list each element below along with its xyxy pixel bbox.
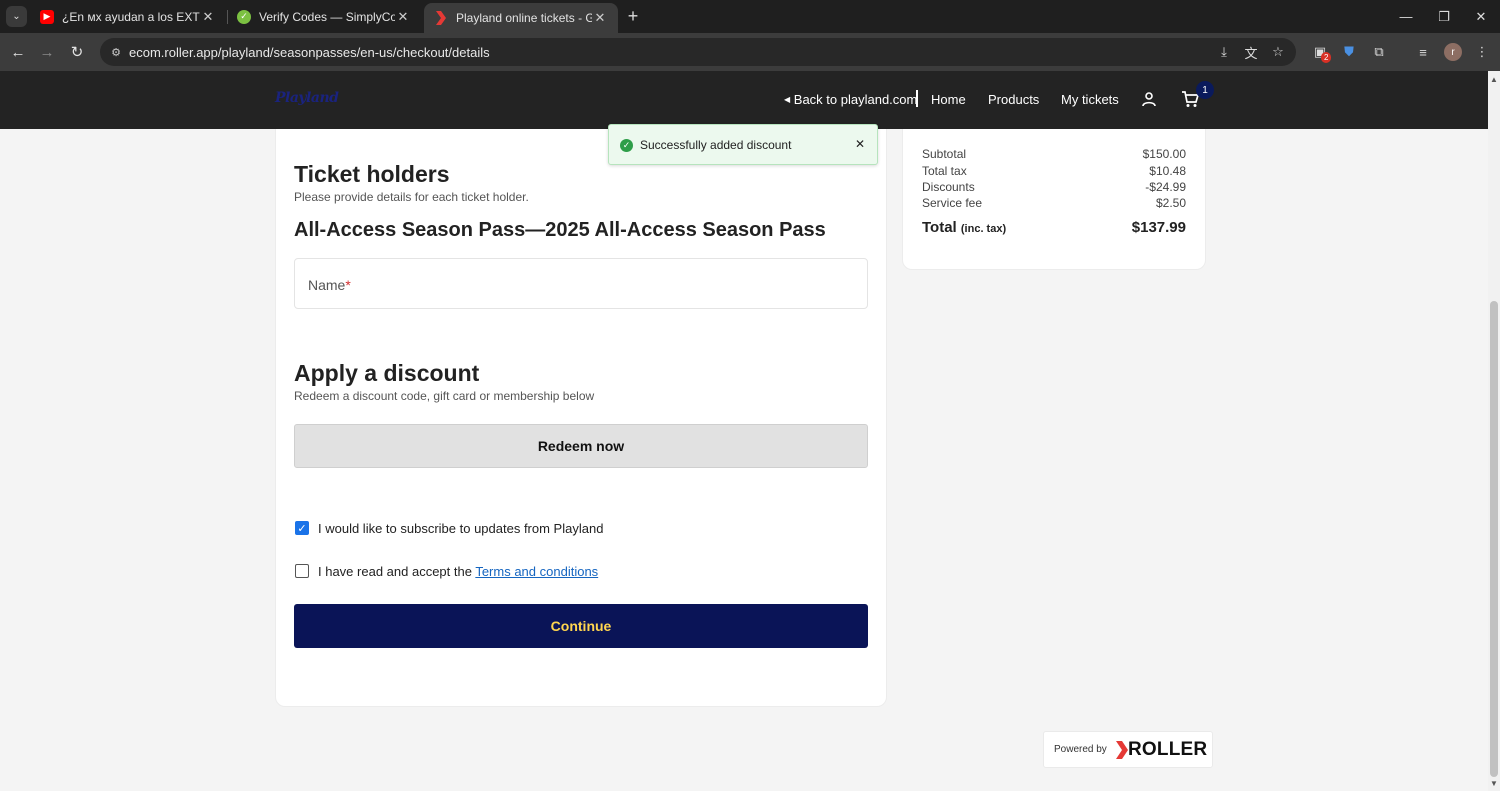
total-label: Total (inc. tax) bbox=[922, 219, 1007, 236]
site-header: Playland ◀ Back to playland.com Home Pro… bbox=[0, 71, 1488, 129]
scroll-down-icon[interactable]: ▼ bbox=[1488, 777, 1500, 789]
summary-value: -$24.99 bbox=[1145, 180, 1186, 194]
close-tab-icon[interactable]: ✕ bbox=[395, 9, 411, 25]
playland-logo[interactable]: Playland bbox=[275, 90, 339, 106]
product-title: All-Access Season Pass—2025 All-Access S… bbox=[294, 219, 826, 241]
check-circle-icon: ✓ bbox=[620, 139, 633, 152]
close-window-icon[interactable]: ✕ bbox=[1462, 0, 1500, 33]
roller-icon bbox=[434, 11, 448, 25]
back-icon[interactable]: ← bbox=[7, 41, 29, 63]
total-note: (inc. tax) bbox=[960, 223, 1007, 235]
tab-youtube[interactable]: ▶ ¿En ᴍx ayudan a los EXTRANJEROS ✕ bbox=[30, 0, 226, 33]
new-tab-button[interactable]: + bbox=[624, 6, 642, 26]
continue-button[interactable]: Continue bbox=[294, 604, 868, 648]
terms-link[interactable]: Terms and conditions bbox=[475, 564, 598, 579]
tab-title: ¿En ᴍx ayudan a los EXTRANJEROS bbox=[62, 9, 200, 24]
terms-label: I have read and accept the Terms and con… bbox=[318, 564, 598, 579]
tab-playland[interactable]: Playland online tickets - Guest checkout… bbox=[424, 3, 618, 33]
summary-total: Total (inc. tax) $137.99 bbox=[922, 219, 1186, 236]
powered-by-label: Powered by bbox=[1054, 744, 1107, 755]
nav-products[interactable]: Products bbox=[988, 92, 1039, 107]
tab-title: Playland online tickets - Guest checkout bbox=[456, 11, 592, 25]
address-bar[interactable]: ⚙ ecom.roller.app/playland/seasonpasses/… bbox=[100, 38, 1296, 66]
shield-extension-icon[interactable]: ⛊ bbox=[1339, 42, 1359, 62]
roller-brand: ROLLER bbox=[1128, 739, 1208, 760]
profile-avatar[interactable]: r bbox=[1444, 43, 1462, 61]
nav-divider bbox=[916, 90, 918, 107]
install-app-icon[interactable]: ⤓ bbox=[1215, 43, 1233, 61]
cart-count-badge: 1 bbox=[1196, 81, 1214, 99]
checkmark-icon: ✓ bbox=[297, 522, 307, 535]
browser-tab-bar: ⌄ ▶ ¿En ᴍx ayudan a los EXTRANJEROS ✕ ✓ … bbox=[0, 0, 1500, 33]
reload-icon[interactable]: ↻ bbox=[66, 41, 88, 63]
summary-row-discounts: Discounts -$24.99 bbox=[922, 180, 1186, 194]
summary-value: $150.00 bbox=[1142, 147, 1186, 161]
browser-menu-icon[interactable]: ⋮ bbox=[1472, 42, 1492, 62]
nav-home[interactable]: Home bbox=[931, 92, 966, 107]
subscribe-checkbox[interactable]: ✓ bbox=[295, 521, 309, 535]
account-icon[interactable] bbox=[1139, 89, 1159, 109]
summary-value: $10.48 bbox=[1149, 164, 1186, 178]
extensions-puzzle-icon[interactable]: ⧉ bbox=[1369, 42, 1389, 62]
tab-simplycodes[interactable]: ✓ Verify Codes — SimplyCodes ✕ bbox=[227, 0, 421, 33]
summary-row-subtotal: Subtotal $150.00 bbox=[922, 147, 1186, 161]
minimize-icon[interactable]: — bbox=[1387, 0, 1425, 33]
site-info-icon[interactable]: ⚙ bbox=[108, 44, 124, 60]
required-mark: * bbox=[345, 277, 351, 293]
simplycodes-icon: ✓ bbox=[237, 9, 251, 24]
discount-subtitle: Redeem a discount code, gift card or mem… bbox=[294, 389, 595, 403]
subscribe-label[interactable]: I would like to subscribe to updates fro… bbox=[318, 521, 603, 536]
page-scrollbar[interactable]: ▲ ▼ bbox=[1488, 71, 1500, 791]
extension-badge: 2 bbox=[1321, 52, 1332, 63]
name-field[interactable]: Name* bbox=[294, 258, 868, 309]
roller-logo-icon bbox=[1116, 741, 1128, 759]
extension-icon[interactable]: ▣ 2 bbox=[1310, 42, 1332, 63]
close-toast-icon[interactable]: ✕ bbox=[852, 136, 868, 152]
back-to-site-link[interactable]: ◀ Back to playland.com bbox=[784, 92, 917, 107]
summary-label: Subtotal bbox=[922, 147, 967, 161]
powered-by-roller[interactable]: Powered by ROLLER bbox=[1043, 731, 1213, 768]
summary-row-service-fee: Service fee $2.50 bbox=[922, 196, 1186, 210]
forward-icon[interactable]: → bbox=[36, 41, 58, 63]
tab-search-chevron-icon[interactable]: ⌄ bbox=[6, 6, 27, 27]
translate-icon[interactable]: 文 bbox=[1242, 43, 1260, 61]
terms-prefix: I have read and accept the bbox=[318, 564, 476, 579]
scrollbar-thumb[interactable] bbox=[1490, 301, 1498, 777]
close-tab-icon[interactable]: ✕ bbox=[200, 9, 216, 25]
tab-title: Verify Codes — SimplyCodes bbox=[259, 9, 395, 24]
redeem-now-button[interactable]: Redeem now bbox=[294, 424, 868, 468]
name-field-label: Name* bbox=[308, 277, 351, 293]
total-value: $137.99 bbox=[1131, 219, 1186, 236]
terms-checkbox[interactable] bbox=[295, 564, 309, 578]
discount-title: Apply a discount bbox=[294, 360, 480, 386]
url-text[interactable]: ecom.roller.app/playland/seasonpasses/en… bbox=[129, 45, 490, 60]
ticket-holders-subtitle: Please provide details for each ticket h… bbox=[294, 190, 529, 204]
browser-toolbar: ← → ↻ ⚙ ecom.roller.app/playland/seasonp… bbox=[0, 33, 1500, 71]
close-tab-icon[interactable]: ✕ bbox=[592, 10, 608, 26]
caret-left-icon: ◀ bbox=[784, 95, 791, 104]
ticket-holders-title: Ticket holders bbox=[294, 161, 450, 187]
scroll-up-icon[interactable]: ▲ bbox=[1488, 73, 1500, 85]
reading-list-icon[interactable]: ≡ bbox=[1413, 42, 1433, 62]
nav-my-tickets[interactable]: My tickets bbox=[1061, 92, 1119, 107]
toast-message: Successfully added discount bbox=[640, 138, 792, 152]
restore-icon[interactable]: ❐ bbox=[1425, 0, 1463, 33]
summary-value: $2.50 bbox=[1155, 196, 1186, 210]
back-to-site-label: Back to playland.com bbox=[793, 92, 918, 107]
bookmark-star-icon[interactable]: ☆ bbox=[1269, 43, 1287, 61]
youtube-icon: ▶ bbox=[40, 9, 54, 24]
summary-label: Discounts bbox=[922, 180, 975, 194]
summary-label: Service fee bbox=[922, 196, 983, 210]
summary-label: Total tax bbox=[922, 164, 967, 178]
success-toast: ✓ Successfully added discount ✕ bbox=[608, 124, 878, 165]
summary-row-tax: Total tax $10.48 bbox=[922, 164, 1186, 178]
